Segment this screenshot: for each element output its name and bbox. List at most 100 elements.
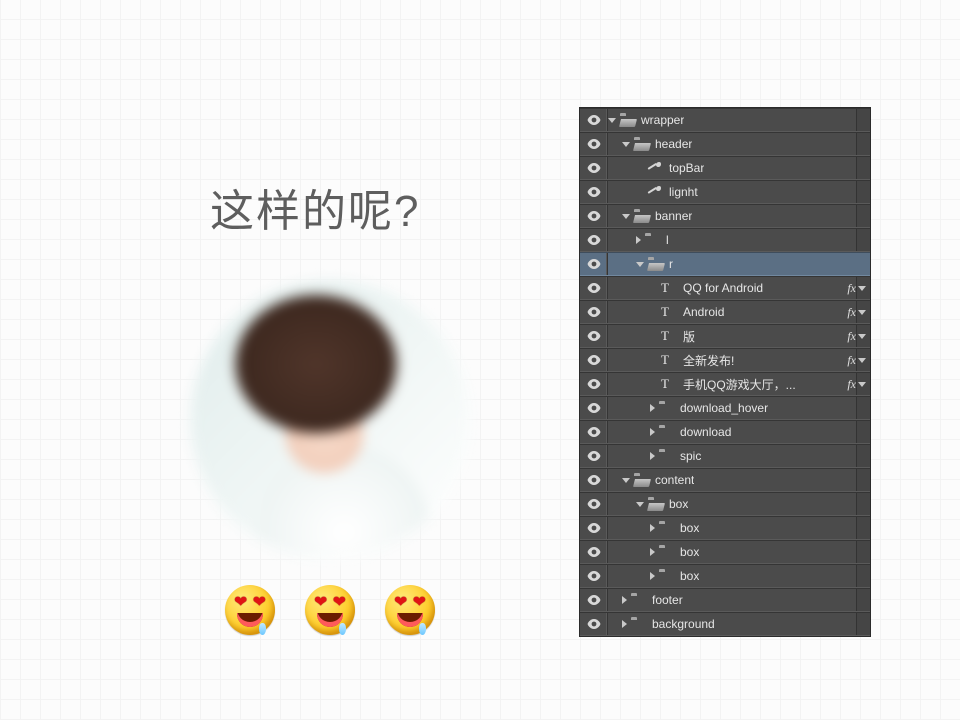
visibility-toggle[interactable] xyxy=(580,253,608,275)
visibility-toggle[interactable] xyxy=(580,421,608,443)
expand-arrow-icon[interactable] xyxy=(636,236,641,244)
expand-arrow-icon[interactable] xyxy=(622,142,630,147)
layer-row[interactable]: background xyxy=(580,612,870,636)
visibility-toggle[interactable] xyxy=(580,349,608,371)
expand-arrow-icon[interactable] xyxy=(650,548,655,556)
expand-arrow-icon[interactable] xyxy=(650,428,655,436)
visibility-toggle[interactable] xyxy=(580,589,608,611)
layer-label: r xyxy=(669,257,673,271)
layer-row[interactable]: TQQ for Androidfx xyxy=(580,276,870,300)
expand-arrow-icon[interactable] xyxy=(636,262,644,267)
layer-label: QQ for Android xyxy=(683,281,763,295)
layer-row[interactable]: box xyxy=(580,540,870,564)
expand-arrow-icon[interactable] xyxy=(622,478,630,483)
visibility-toggle[interactable] xyxy=(580,565,608,587)
expand-arrow-icon[interactable] xyxy=(622,620,627,628)
visibility-toggle[interactable] xyxy=(580,541,608,563)
heart-eyes-drool-emoji xyxy=(305,585,355,635)
layer-row[interactable]: download xyxy=(580,420,870,444)
layer-label: 全新发布! xyxy=(683,352,734,369)
visibility-toggle[interactable] xyxy=(580,181,608,203)
layer-row[interactable]: header xyxy=(580,132,870,156)
visibility-toggle[interactable] xyxy=(580,229,608,251)
layer-row[interactable]: box xyxy=(580,492,870,516)
visibility-toggle[interactable] xyxy=(580,325,608,347)
layer-row[interactable]: box xyxy=(580,564,870,588)
shape-layer-icon xyxy=(647,161,663,175)
layer-row[interactable]: footer xyxy=(580,588,870,612)
layer-row[interactable]: topBar xyxy=(580,156,870,180)
layer-row[interactable]: wrapper xyxy=(580,108,870,132)
visibility-toggle[interactable] xyxy=(580,445,608,467)
layer-label: topBar xyxy=(669,161,704,175)
folder-open-icon xyxy=(647,497,663,511)
layer-label: background xyxy=(652,617,715,631)
expand-arrow-icon[interactable] xyxy=(650,524,655,532)
layer-effects-indicator[interactable]: fx xyxy=(847,325,866,347)
layer-label: l xyxy=(666,233,669,247)
layer-row[interactable]: l xyxy=(580,228,870,252)
layer-row[interactable]: T版fx xyxy=(580,324,870,348)
folder-icon xyxy=(658,401,674,415)
layer-row[interactable]: download_hover xyxy=(580,396,870,420)
layer-row[interactable]: banner xyxy=(580,204,870,228)
expand-arrow-icon[interactable] xyxy=(608,118,616,123)
visibility-toggle[interactable] xyxy=(580,373,608,395)
layer-label: wrapper xyxy=(641,113,684,127)
folder-open-icon xyxy=(633,473,649,487)
expand-arrow-icon[interactable] xyxy=(622,214,630,219)
layer-label: content xyxy=(655,473,694,487)
layers-panel[interactable]: wrapper header topBar lignht banner lr T QQ for… xyxy=(580,108,870,636)
avatar-image xyxy=(190,280,470,560)
layer-effects-indicator[interactable]: fx xyxy=(847,301,866,323)
chevron-down-icon xyxy=(858,334,866,339)
visibility-toggle[interactable] xyxy=(580,205,608,227)
expand-arrow-icon[interactable] xyxy=(650,404,655,412)
layer-row[interactable]: content xyxy=(580,468,870,492)
heart-eyes-drool-emoji xyxy=(225,585,275,635)
visibility-toggle[interactable] xyxy=(580,517,608,539)
layer-row[interactable]: TAndroidfx xyxy=(580,300,870,324)
layer-row[interactable]: lignht xyxy=(580,180,870,204)
layer-label: 手机QQ游戏大厅，... xyxy=(683,376,796,393)
visibility-toggle[interactable] xyxy=(580,397,608,419)
layer-label: Android xyxy=(683,305,724,319)
text-layer-icon: T xyxy=(661,353,677,367)
chevron-down-icon xyxy=(858,382,866,387)
layer-row[interactable]: T 全新发布! fx xyxy=(580,348,870,372)
expand-arrow-icon[interactable] xyxy=(650,452,655,460)
folder-open-icon xyxy=(633,209,649,223)
visibility-toggle[interactable] xyxy=(580,301,608,323)
layer-label: spic xyxy=(680,449,701,463)
layer-row[interactable]: spic xyxy=(580,444,870,468)
folder-icon xyxy=(630,617,646,631)
layer-effects-indicator[interactable]: fx xyxy=(847,277,866,299)
expand-arrow-icon[interactable] xyxy=(622,596,627,604)
layer-row[interactable]: box xyxy=(580,516,870,540)
visibility-toggle[interactable] xyxy=(580,157,608,179)
layer-label: box xyxy=(680,545,699,559)
layer-row[interactable]: T手机QQ游戏大厅，...fx xyxy=(580,372,870,396)
visibility-toggle[interactable] xyxy=(580,133,608,155)
text-layer-icon: T xyxy=(661,329,677,343)
expand-arrow-icon[interactable] xyxy=(650,572,655,580)
folder-icon xyxy=(658,449,674,463)
expand-arrow-icon[interactable] xyxy=(636,502,644,507)
layer-row[interactable]: r xyxy=(580,252,870,276)
visibility-toggle[interactable] xyxy=(580,469,608,491)
layer-label: header xyxy=(655,137,692,151)
emoji-row xyxy=(225,585,435,635)
layer-label: download xyxy=(680,425,731,439)
folder-icon xyxy=(644,233,660,247)
visibility-toggle[interactable] xyxy=(580,613,608,635)
folder-icon xyxy=(658,521,674,535)
layer-label: lignht xyxy=(669,185,698,199)
visibility-toggle[interactable] xyxy=(580,109,608,131)
folder-open-icon xyxy=(647,257,663,271)
chevron-down-icon xyxy=(858,358,866,363)
visibility-toggle[interactable] xyxy=(580,277,608,299)
folder-icon xyxy=(630,593,646,607)
layer-effects-indicator[interactable]: fx xyxy=(847,349,866,371)
visibility-toggle[interactable] xyxy=(580,493,608,515)
layer-effects-indicator[interactable]: fx xyxy=(847,373,866,395)
